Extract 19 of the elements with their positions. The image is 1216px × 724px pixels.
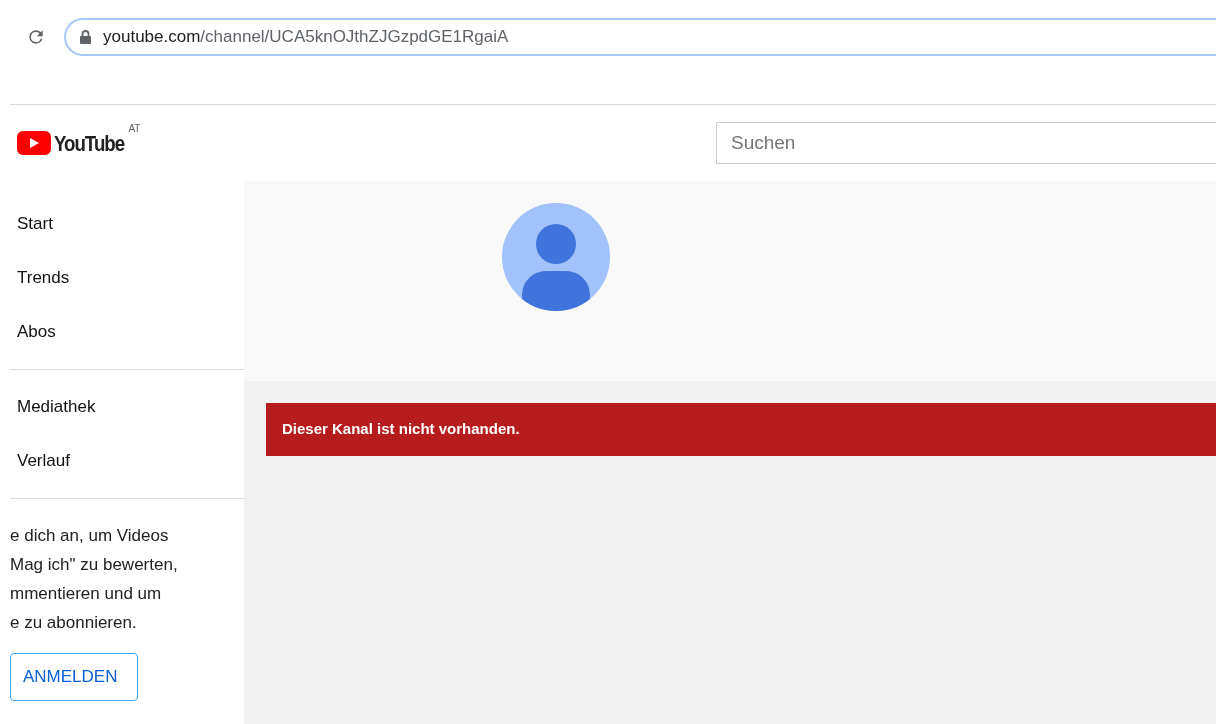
signin-prompt-line: e dich an, um Videos: [10, 525, 170, 547]
sidebar-item[interactable]: Trends: [10, 251, 244, 305]
sidebar-item[interactable]: Verlauf: [10, 434, 244, 488]
signin-prompt-line: e zu abonnieren.: [10, 612, 138, 634]
logo-text[interactable]: YouTube: [54, 126, 125, 160]
region-code: AT: [128, 121, 141, 136]
error-banner: Dieser Kanal ist nicht vorhanden.: [266, 403, 1216, 456]
sidebar-item[interactable]: Mediathek: [10, 380, 244, 434]
sign-in-button[interactable]: ANMELDEN: [10, 653, 138, 701]
signin-prompt-line: Mag ich" zu bewerten,: [10, 554, 179, 576]
sidebar-item[interactable]: Start: [10, 197, 244, 251]
lock-icon: [80, 30, 91, 44]
reload-icon[interactable]: [26, 27, 46, 47]
search-field[interactable]: Suchen: [716, 122, 1216, 164]
signin-prompt-line: mmentieren und um: [10, 583, 163, 605]
play-logo-icon[interactable]: [17, 131, 51, 155]
avatar-icon: [502, 203, 610, 311]
sidebar-item[interactable]: Abos: [10, 305, 244, 359]
address-bar[interactable]: youtube.com/channel/UCA5knOJthZJGzpdGE1RgaiA: [64, 18, 1216, 56]
